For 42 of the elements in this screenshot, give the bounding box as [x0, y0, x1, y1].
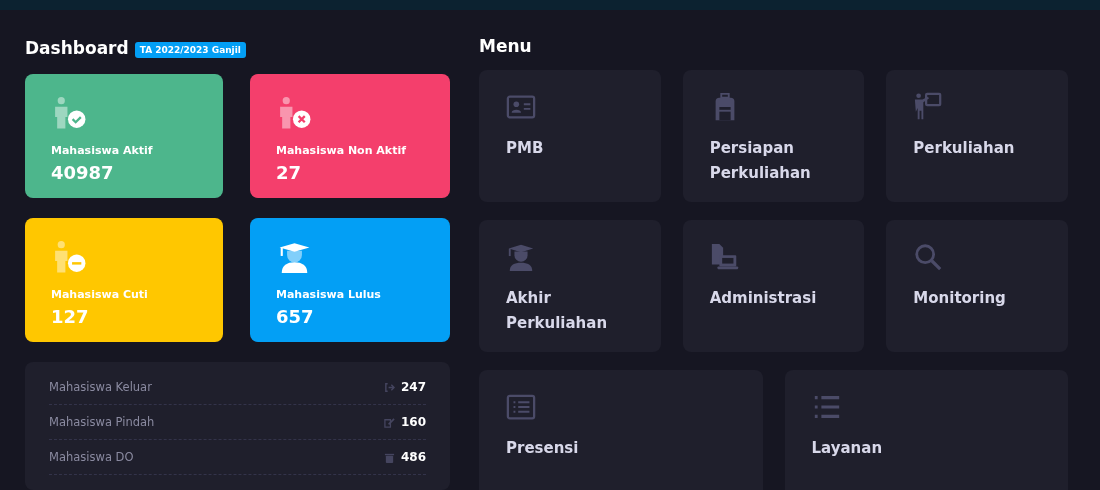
- stat-value: 127: [51, 306, 89, 327]
- menu-label: Perkuliahan: [913, 138, 1015, 159]
- stat-label: Mahasiswa Aktif: [51, 144, 153, 157]
- stat-value: 27: [276, 162, 302, 183]
- menu-label: Monitoring: [913, 288, 1006, 309]
- menu-card[interactable]: Persiapan Perkuliahan: [682, 70, 865, 202]
- teacher-board-icon: [913, 92, 944, 122]
- stat-label: Mahasiswa Lulus: [276, 288, 381, 301]
- menu-label: Layanan: [811, 438, 883, 459]
- row-label: Mahasiswa Pindah: [49, 415, 156, 429]
- dashboard-title: Dashboard: [25, 38, 129, 58]
- row-label: Mahasiswa Keluar: [49, 380, 153, 394]
- menu-card[interactable]: Monitoring: [886, 220, 1068, 352]
- menu-label: Administrasi: [709, 288, 817, 309]
- row-label: Mahasiswa DO: [49, 450, 135, 464]
- row-value: 160: [400, 415, 426, 429]
- semester-badge: TA 2022/2023 Ganjil: [134, 42, 246, 58]
- menu-card[interactable]: Perkuliahan: [886, 70, 1068, 202]
- row-value: 247: [400, 380, 426, 394]
- row-value: 486: [400, 450, 426, 464]
- menu-card[interactable]: Akhir Perkuliahan: [479, 220, 661, 352]
- list-box-icon: [506, 392, 536, 422]
- stat-label: Mahasiswa Non Aktif: [276, 144, 406, 157]
- menu-label: Presensi: [506, 438, 579, 459]
- menu-label: PMB: [506, 138, 544, 159]
- document-laptop-icon: [709, 242, 740, 272]
- menu-card[interactable]: Administrasi: [682, 220, 865, 352]
- menu-card[interactable]: Layanan: [784, 370, 1068, 490]
- stat-value: 40987: [51, 162, 114, 183]
- stat-value: 657: [276, 306, 314, 327]
- edit-icon: [383, 416, 395, 428]
- menu-label: Persiapan Perkuliahan: [709, 138, 812, 184]
- search-icon: [913, 242, 944, 272]
- stat-card[interactable]: Mahasiswa Non Aktif 27: [250, 74, 450, 198]
- menu-card[interactable]: Presensi: [479, 370, 763, 490]
- menu-title: Menu: [479, 36, 532, 56]
- trash-icon: [383, 451, 395, 463]
- stat-label: Mahasiswa Cuti: [51, 288, 148, 301]
- graduate-icon: [506, 242, 536, 272]
- menu-card[interactable]: PMB: [479, 70, 661, 202]
- menu-label: Akhir Perkuliahan: [506, 288, 609, 334]
- exit-arrow-icon: [383, 381, 395, 393]
